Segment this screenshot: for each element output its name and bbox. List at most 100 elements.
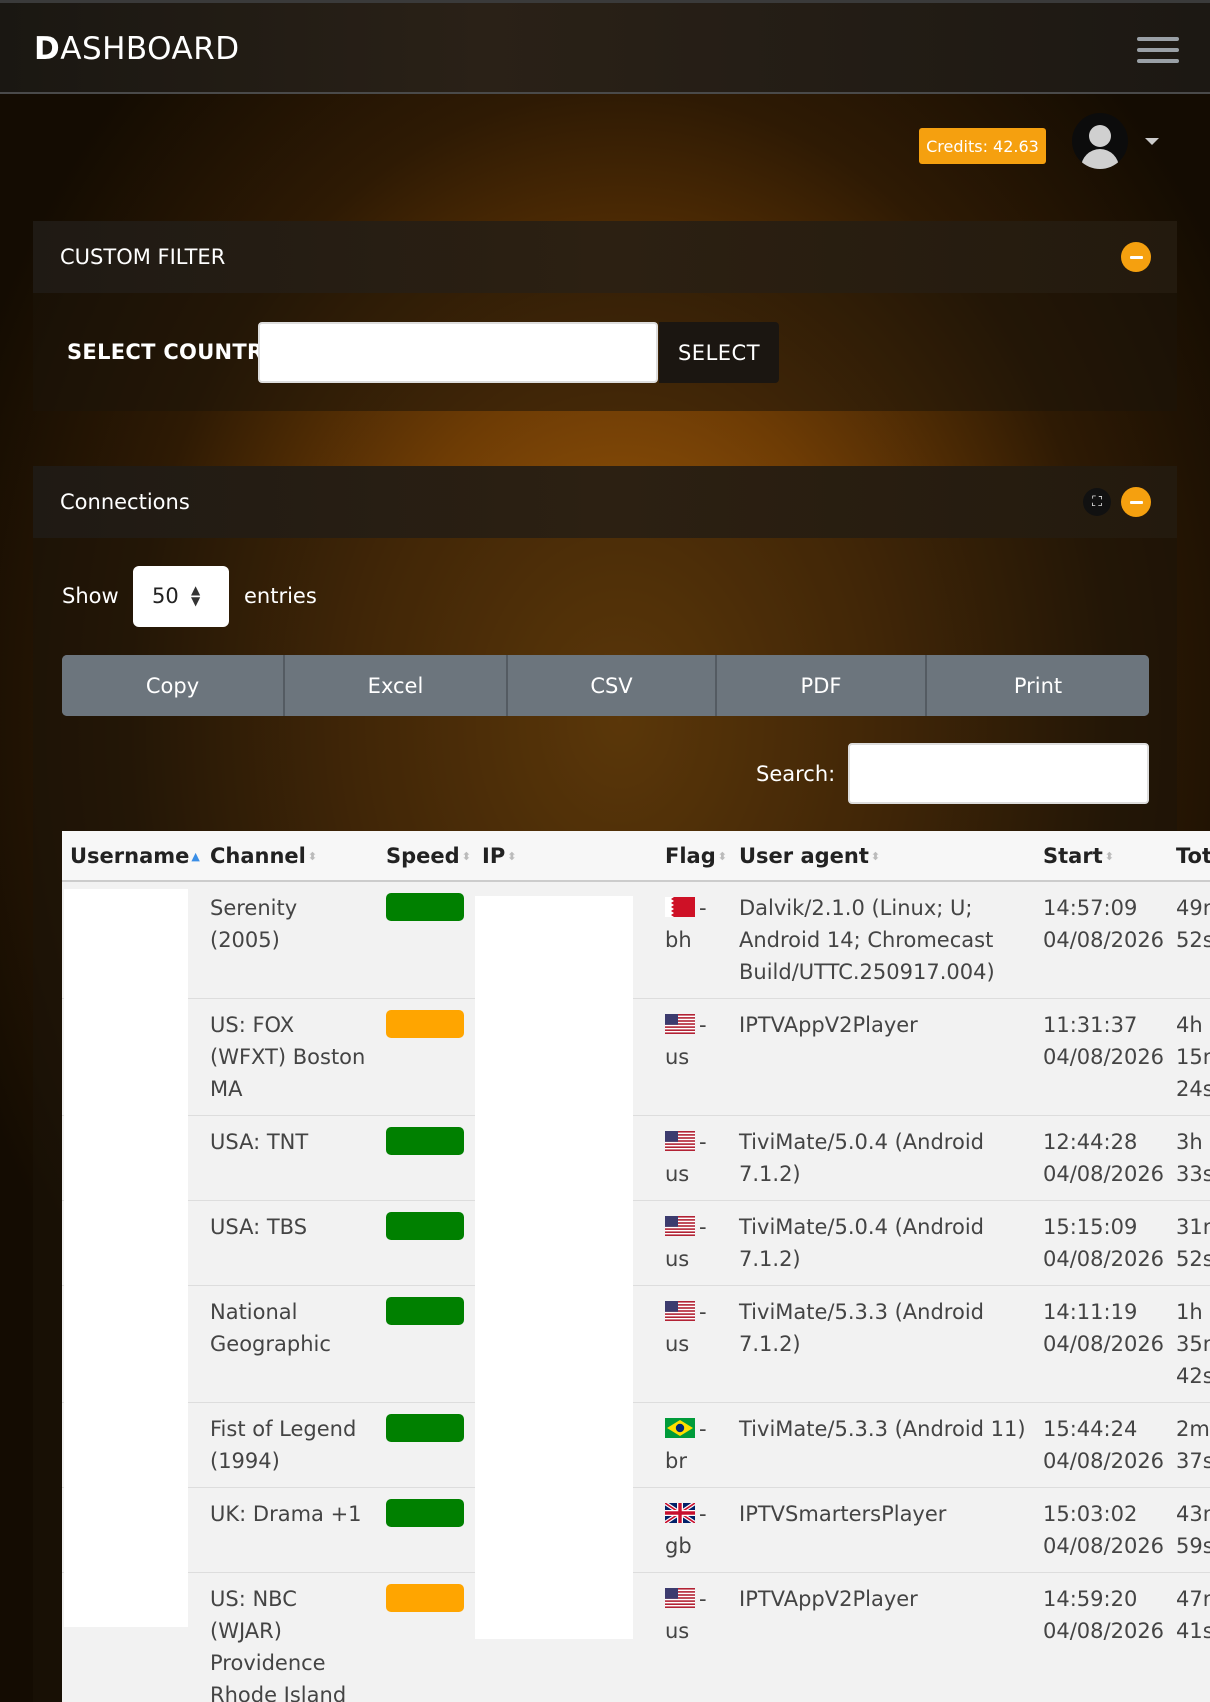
flag-cell: - us <box>657 1200 731 1286</box>
speed-cell <box>378 1402 474 1488</box>
start-time: 14:59:20 <box>1043 1587 1138 1611</box>
flag-us-icon <box>665 1587 699 1611</box>
flag-cell: - bh <box>657 881 731 999</box>
speed-indicator <box>386 1010 464 1038</box>
total-cell: 31m 52s <box>1168 1200 1210 1286</box>
start-cell: 15:15:09 04/08/2026 <box>1035 1200 1168 1286</box>
speed-cell <box>378 1285 474 1403</box>
user-agent-cell: TiviMate/5.0.4 (Android 7.1.2) <box>731 1200 1035 1286</box>
start-time: 11:31:37 <box>1043 1013 1138 1037</box>
pdf-button[interactable]: PDF <box>717 655 927 716</box>
total-cell: 1h 35m 42s <box>1168 1285 1210 1403</box>
csv-button[interactable]: CSV <box>508 655 717 716</box>
sort-icon: ⬍ <box>717 849 727 863</box>
entries-select[interactable]: 50 ▲ ▼ <box>133 566 229 627</box>
country-code: us <box>665 1619 690 1643</box>
start-time: 14:11:19 <box>1043 1300 1138 1324</box>
table-row[interactable]: UK: Drama +1- gb IPTVSmartersPlayer 15:03:0… <box>62 1487 1210 1573</box>
flag-us-icon <box>665 1013 699 1037</box>
flag-us-icon <box>665 1300 699 1324</box>
channel-cell: Fist of Legend (1994) <box>202 1402 378 1488</box>
flag-cell: - us <box>657 998 731 1116</box>
speed-cell <box>378 1572 474 1702</box>
col-ip[interactable]: IP ⬍ <box>474 831 657 882</box>
flag-cell: - gb <box>657 1487 731 1573</box>
select-button[interactable]: SELECT <box>659 322 779 383</box>
brand-logo[interactable]: DASHBOARD <box>34 31 240 67</box>
table-row[interactable]: US: NBC (WJAR) Providence Rhode Island - u… <box>62 1572 1210 1702</box>
sort-icon: ⬍ <box>1104 849 1114 863</box>
channel-cell: USA: TNT <box>202 1115 378 1201</box>
redacted-usernames <box>64 889 188 1627</box>
start-date: 04/08/2026 <box>1043 928 1165 952</box>
expand-icon[interactable]: ⛶ <box>1083 488 1111 516</box>
col-speed[interactable]: Speed ⬍ <box>378 831 474 882</box>
total-cell: 4h 15m 24s <box>1168 998 1210 1116</box>
table-header-row: Username ▲ Channel ⬍ Speed ⬍ IP ⬍ Flag ⬍ User… <box>62 831 1210 882</box>
col-user-agent[interactable]: User agent ⬍ <box>731 831 1035 882</box>
channel-cell: National Geographic <box>202 1285 378 1403</box>
credits-badge: Credits: 42.63 <box>919 128 1046 164</box>
user-agent-cell: TiviMate/5.3.3 (Android 11) <box>731 1402 1035 1488</box>
excel-button[interactable]: Excel <box>285 655 508 716</box>
start-cell: 14:57:09 04/08/2026 <box>1035 881 1168 999</box>
start-cell: 12:44:28 04/08/2026 <box>1035 1115 1168 1201</box>
flag-cell: - us <box>657 1572 731 1702</box>
col-flag[interactable]: Flag ⬍ <box>657 831 731 882</box>
table-row[interactable]: Fist of Legend (1994) - br TiviMate/5.3.3 (… <box>62 1402 1210 1488</box>
col-start[interactable]: Start ⬍ <box>1035 831 1168 882</box>
speed-indicator <box>386 1127 464 1155</box>
col-username[interactable]: Username ▲ <box>62 831 202 882</box>
flag-br-icon <box>665 1417 699 1441</box>
table-row[interactable]: National Geographic - us TiviMate/5.3.3 (An… <box>62 1285 1210 1403</box>
user-agent-cell: IPTVAppV2Player <box>731 998 1035 1116</box>
collapse-filter-icon[interactable] <box>1121 242 1151 272</box>
table-row[interactable]: USA: TNT - us TiviMate/5.0.4 (Android 7.1.2… <box>62 1115 1210 1201</box>
connections-header: Connections ⛶ <box>33 466 1177 538</box>
speed-indicator <box>386 1499 464 1527</box>
redacted-ips <box>475 896 633 1639</box>
channel-cell: Serenity (2005) <box>202 881 378 999</box>
table-row[interactable]: Serenity (2005) - bh Dalvik/2.1.0 (Linux; U… <box>62 881 1210 999</box>
flag-bh-icon <box>665 896 699 920</box>
user-agent-cell: Dalvik/2.1.0 (Linux; U; Android 14; Chro… <box>731 881 1035 999</box>
flag-us-icon <box>665 1130 699 1154</box>
channel-cell: US: FOX (WFXT) Boston MA <box>202 998 378 1116</box>
speed-cell <box>378 998 474 1116</box>
flag-cell: - us <box>657 1115 731 1201</box>
custom-filter-header: CUSTOM FILTER <box>33 221 1177 293</box>
channel-cell: US: NBC (WJAR) Providence Rhode Island <box>202 1572 378 1702</box>
sort-icon: ⬍ <box>307 849 318 863</box>
flag-gb-icon <box>665 1502 699 1526</box>
speed-indicator <box>386 1212 464 1240</box>
user-agent-cell: IPTVSmartersPlayer <box>731 1487 1035 1573</box>
speed-indicator <box>386 1297 464 1325</box>
brand-initial: D <box>34 31 61 67</box>
col-total[interactable]: Tot <box>1168 831 1210 882</box>
country-code: us <box>665 1162 690 1186</box>
country-code: us <box>665 1332 690 1356</box>
country-input[interactable] <box>258 322 658 383</box>
start-date: 04/08/2026 <box>1043 1619 1165 1643</box>
table-row[interactable]: US: FOX (WFXT) Boston MA - us IPTVAppV2Play… <box>62 998 1210 1116</box>
hamburger-icon[interactable] <box>1137 37 1179 65</box>
copy-button[interactable]: Copy <box>62 655 285 716</box>
speed-cell <box>378 1487 474 1573</box>
collapse-connections-icon[interactable] <box>1121 487 1151 517</box>
user-avatar-icon[interactable] <box>1072 113 1128 169</box>
caret-down-icon[interactable] <box>1145 138 1159 145</box>
sort-icon: ⬍ <box>461 849 471 863</box>
start-cell: 15:44:24 04/08/2026 <box>1035 1402 1168 1488</box>
channel-cell: UK: Drama +1 <box>202 1487 378 1573</box>
speed-cell <box>378 881 474 999</box>
entries-value: 50 <box>152 584 179 608</box>
start-date: 04/08/2026 <box>1043 1162 1165 1186</box>
speed-indicator <box>386 1584 464 1612</box>
search-input[interactable] <box>848 743 1149 804</box>
table-row[interactable]: USA: TBS - us TiviMate/5.0.4 (Android 7.1.2… <box>62 1200 1210 1286</box>
start-date: 04/08/2026 <box>1043 1045 1165 1069</box>
country-code: br <box>665 1449 687 1473</box>
col-channel[interactable]: Channel ⬍ <box>202 831 378 882</box>
top-navbar: DASHBOARD <box>0 0 1210 94</box>
print-button[interactable]: Print <box>927 655 1149 716</box>
